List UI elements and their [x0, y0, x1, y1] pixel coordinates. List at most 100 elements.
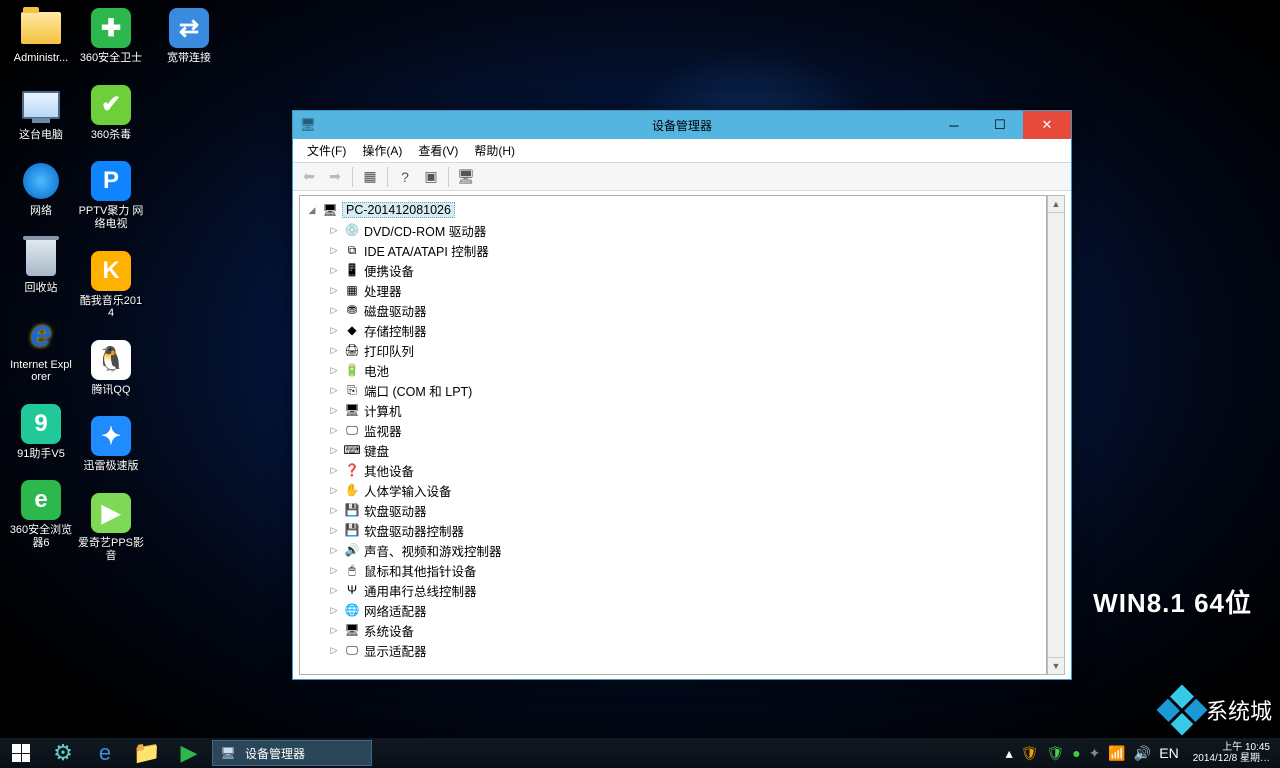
- expand-icon[interactable]: ▷: [328, 225, 340, 236]
- toolbar-scan-hardware-button[interactable]: 🖥: [454, 166, 478, 188]
- desktop-icon-pptv[interactable]: PPPTV聚力 网络电视: [78, 159, 144, 230]
- tray-volume-icon[interactable]: 🔊: [1134, 745, 1151, 762]
- desktop-icon-recycle-bin[interactable]: 回收站: [8, 236, 74, 295]
- tree-node[interactable]: ▷⌨键盘: [326, 440, 1044, 460]
- scroll-up-button[interactable]: ▲: [1048, 196, 1064, 213]
- desktop-icon-broadband[interactable]: ⇄宽带连接: [156, 6, 222, 65]
- tree-node[interactable]: ▷🖥系统设备: [326, 620, 1044, 640]
- tree-root-node[interactable]: ◢ 🖥 PC-201412081026: [304, 200, 1044, 220]
- system-tray: ▴ 🛡 🛡 ● ✦ 📶 🔊 EN 上午 10:45 2014/12/8 星期…: [1002, 742, 1280, 764]
- desktop-icon-91helper[interactable]: 991助手V5: [8, 402, 74, 461]
- tree-node[interactable]: ▷🔋电池: [326, 360, 1044, 380]
- tree-node[interactable]: ▷💿DVD/CD-ROM 驱动器: [326, 220, 1044, 240]
- menu-f[interactable]: 文件(F): [299, 140, 354, 161]
- tree-node[interactable]: ▷⧉IDE ATA/ATAPI 控制器: [326, 240, 1044, 260]
- expand-icon[interactable]: ▷: [328, 425, 340, 436]
- taskbar-task-device-manager[interactable]: 🖥 设备管理器: [212, 740, 372, 766]
- desktop-icon-kuwo[interactable]: K酷我音乐2014: [78, 249, 144, 320]
- menu-v[interactable]: 查看(V): [410, 140, 466, 161]
- desktop-icon-network[interactable]: 网络: [8, 159, 74, 218]
- maximize-button[interactable]: [977, 111, 1023, 139]
- expand-icon[interactable]: ▷: [328, 645, 340, 656]
- pinned-iqiyi[interactable]: ▶: [168, 738, 210, 768]
- expand-icon[interactable]: ▷: [328, 285, 340, 296]
- expand-icon[interactable]: ▷: [328, 525, 340, 536]
- pinned-store[interactable]: ⚙: [42, 738, 84, 768]
- device-tree[interactable]: ◢ 🖥 PC-201412081026 ▷💿DVD/CD-ROM 驱动器▷⧉ID…: [299, 195, 1047, 675]
- pinned-explorer[interactable]: 📁: [126, 738, 168, 768]
- expand-icon[interactable]: ▷: [328, 585, 340, 596]
- tree-node[interactable]: ▷🖱鼠标和其他指针设备: [326, 560, 1044, 580]
- expand-icon[interactable]: ▷: [328, 605, 340, 616]
- 91helper-icon: 9: [19, 402, 63, 446]
- desktop-icon-360safe[interactable]: ✚360安全卫士: [78, 6, 144, 65]
- tree-area: ◢ 🖥 PC-201412081026 ▷💿DVD/CD-ROM 驱动器▷⧉ID…: [293, 191, 1071, 679]
- tree-node[interactable]: ▷💾软盘驱动器控制器: [326, 520, 1044, 540]
- tree-node[interactable]: ▷🌐网络适配器: [326, 600, 1044, 620]
- collapse-icon[interactable]: ◢: [306, 205, 318, 216]
- ie-icon: e: [99, 740, 111, 766]
- minimize-button[interactable]: [931, 111, 977, 139]
- titlebar[interactable]: 🖥 设备管理器: [293, 111, 1071, 139]
- tree-node[interactable]: ▷💾软盘驱动器: [326, 500, 1044, 520]
- tree-node[interactable]: ▷◆存储控制器: [326, 320, 1044, 340]
- tree-node[interactable]: ▷🖵监视器: [326, 420, 1044, 440]
- scroll-down-button[interactable]: ▼: [1048, 657, 1064, 674]
- tray-shield1-icon[interactable]: 🛡: [1021, 745, 1039, 762]
- expand-icon[interactable]: ▷: [328, 265, 340, 276]
- tree-node[interactable]: ▷▦处理器: [326, 280, 1044, 300]
- expand-icon[interactable]: ▷: [328, 385, 340, 396]
- desktop-icon-administrator[interactable]: Administr...: [8, 6, 74, 65]
- tray-up-icon[interactable]: ▴: [1006, 745, 1013, 762]
- expand-icon[interactable]: ▷: [328, 365, 340, 376]
- expand-icon[interactable]: ▷: [328, 565, 340, 576]
- menu-a[interactable]: 操作(A): [354, 140, 410, 161]
- desktop-icon-xunlei[interactable]: ✦迅雷极速版: [78, 414, 144, 473]
- tree-node[interactable]: ▷Ψ通用串行总线控制器: [326, 580, 1044, 600]
- start-button[interactable]: [0, 738, 42, 768]
- taskbar-clock[interactable]: 上午 10:45 2014/12/8 星期…: [1187, 742, 1276, 764]
- expand-icon[interactable]: ▷: [328, 545, 340, 556]
- expand-icon[interactable]: ▷: [328, 405, 340, 416]
- expand-icon[interactable]: ▷: [328, 305, 340, 316]
- expand-icon[interactable]: ▷: [328, 245, 340, 256]
- tree-node[interactable]: ▷✋人体学输入设备: [326, 480, 1044, 500]
- device-category-icon: 📱: [344, 262, 360, 278]
- expand-icon[interactable]: ▷: [328, 325, 340, 336]
- expand-icon[interactable]: ▷: [328, 345, 340, 356]
- pinned-ie[interactable]: e: [84, 738, 126, 768]
- close-button[interactable]: [1023, 111, 1071, 139]
- device-category-icon: 💾: [344, 522, 360, 538]
- tree-node[interactable]: ▷⎘端口 (COM 和 LPT): [326, 380, 1044, 400]
- desktop-icon-360browser[interactable]: e360安全浏览器6: [8, 478, 74, 549]
- expand-icon[interactable]: ▷: [328, 505, 340, 516]
- tree-node[interactable]: ▷📱便携设备: [326, 260, 1044, 280]
- expand-icon[interactable]: ▷: [328, 485, 340, 496]
- expand-icon[interactable]: ▷: [328, 625, 340, 636]
- tray-tool-icon[interactable]: ✦: [1089, 745, 1101, 762]
- expand-icon[interactable]: ▷: [328, 465, 340, 476]
- clock-date: 2014/12/8 星期…: [1193, 753, 1270, 764]
- tree-node[interactable]: ▷🖨打印队列: [326, 340, 1044, 360]
- toolbar-show-hidden-button[interactable]: ▦: [358, 166, 382, 188]
- toolbar-help-button[interactable]: ?: [393, 166, 417, 188]
- desktop-icon-this-pc[interactable]: 这台电脑: [8, 83, 74, 142]
- tree-node[interactable]: ▷🖵显示适配器: [326, 640, 1044, 660]
- tree-node[interactable]: ▷⛃磁盘驱动器: [326, 300, 1044, 320]
- tree-node[interactable]: ▷🔊声音、视频和游戏控制器: [326, 540, 1044, 560]
- desktop-icon-360av[interactable]: ✔360杀毒: [78, 83, 144, 142]
- desktop-icon-pps[interactable]: ▶爱奇艺PPS影音: [78, 491, 144, 562]
- desktop-icon-qq[interactable]: 🐧腾讯QQ: [78, 338, 144, 397]
- tree-node[interactable]: ▷❓其他设备: [326, 460, 1044, 480]
- menu-h[interactable]: 帮助(H): [466, 140, 523, 161]
- vertical-scrollbar[interactable]: ▲ ▼: [1047, 195, 1065, 675]
- desktop-icon-label: 酷我音乐2014: [78, 295, 144, 320]
- desktop-icon-ie[interactable]: eInternet Explorer: [8, 313, 74, 384]
- tray-360-icon[interactable]: ●: [1072, 745, 1080, 761]
- tray-shield2-icon[interactable]: 🛡: [1046, 745, 1064, 762]
- toolbar-properties-button[interactable]: ▣: [419, 166, 443, 188]
- expand-icon[interactable]: ▷: [328, 445, 340, 456]
- tree-node[interactable]: ▷🖥计算机: [326, 400, 1044, 420]
- tray-network-icon[interactable]: 📶: [1108, 745, 1125, 762]
- tray-ime-icon[interactable]: EN: [1159, 745, 1178, 761]
